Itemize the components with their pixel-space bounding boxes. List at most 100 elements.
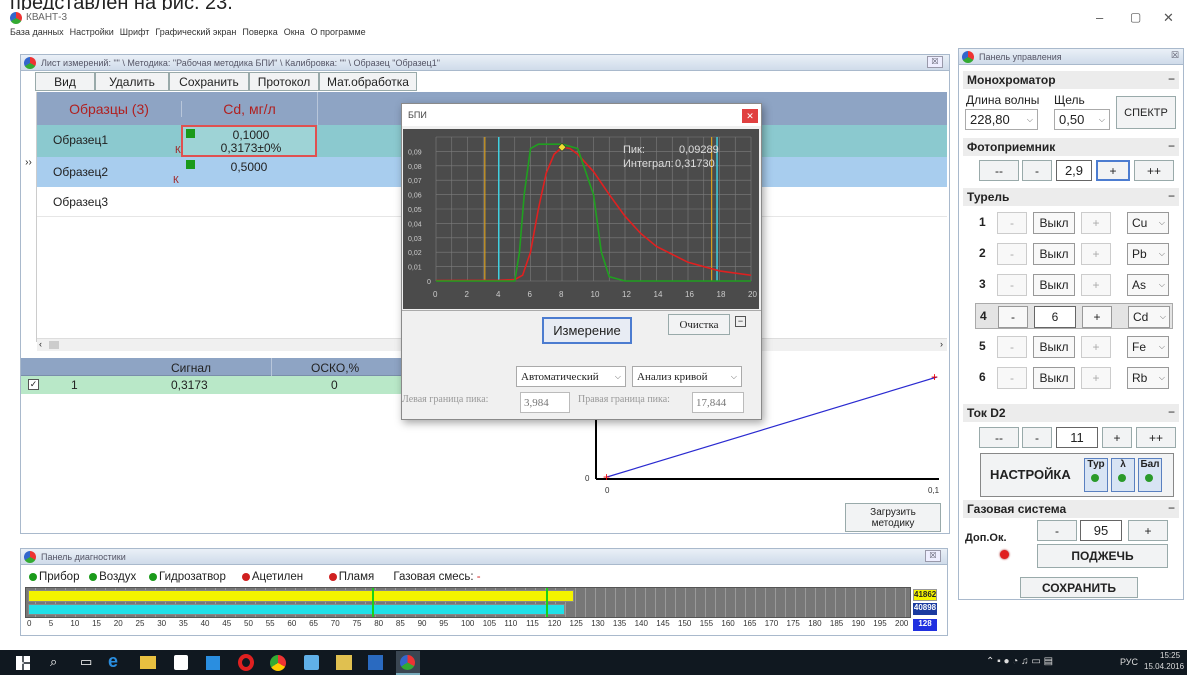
collapse-icon[interactable]: − xyxy=(1168,139,1175,153)
scale-tick: 100 xyxy=(461,619,475,628)
left-boundary-input[interactable]: 3,984 xyxy=(520,392,570,413)
expand-toggle[interactable]: ›› xyxy=(21,92,37,342)
measure-button[interactable]: Измерение xyxy=(542,317,632,344)
collapse-icon[interactable]: − xyxy=(735,316,746,327)
sheet-close-icon[interactable]: ☒ xyxy=(927,56,943,68)
analysis-select[interactable]: Анализ кривой ⌵ xyxy=(632,366,742,387)
turret-inc-button[interactable]: + xyxy=(1081,336,1111,358)
save-sheet-button[interactable]: Сохранить xyxy=(169,72,249,91)
photo-dec-button[interactable]: - xyxy=(1022,160,1052,181)
turret-dec-button[interactable]: - xyxy=(997,367,1027,389)
selected-cell[interactable]: 0,1000 0,3173±0% К xyxy=(175,125,317,157)
app-icon-yellow[interactable] xyxy=(336,655,352,670)
collapse-icon[interactable]: − xyxy=(1168,72,1175,86)
math-processing-button[interactable]: Мат.обработка xyxy=(319,72,417,91)
menu-item-verification[interactable]: Поверка xyxy=(242,27,277,41)
ignite-button[interactable]: ПОДЖЕЧЬ xyxy=(1037,544,1168,568)
photo-dec2-button[interactable]: -- xyxy=(979,160,1019,181)
maximize-icon[interactable]: ▢ xyxy=(1130,10,1141,24)
edge-icon[interactable]: e xyxy=(108,651,118,672)
balance-indicator[interactable]: Бал xyxy=(1138,458,1162,492)
element-select[interactable]: Cd ⌵ xyxy=(1128,306,1170,328)
turret-inc-button[interactable]: + xyxy=(1081,367,1111,389)
menu-item-database[interactable]: База данных xyxy=(10,27,64,41)
wavelength-select[interactable]: 228,80 ⌵ xyxy=(965,109,1038,130)
scroll-right-icon[interactable]: › xyxy=(940,339,943,349)
menu-item-windows[interactable]: Окна xyxy=(284,27,305,41)
turret-dec-button[interactable]: - xyxy=(998,306,1028,328)
gas-inc-button[interactable]: + xyxy=(1128,520,1168,541)
app-icon-blue[interactable] xyxy=(304,655,319,670)
tray-icons[interactable]: ⌃ ▪ ● ◔ ♫ ▭ ▤ xyxy=(986,656,1053,667)
close-icon[interactable]: ✕ xyxy=(1163,10,1174,26)
turret-dec-button[interactable]: - xyxy=(997,336,1027,358)
turret-inc-button[interactable]: + xyxy=(1081,274,1111,296)
d2-dec2-button[interactable]: -- xyxy=(979,427,1019,448)
d2-inc2-button[interactable]: ++ xyxy=(1136,427,1176,448)
status-device-label: Прибор xyxy=(39,571,80,583)
col-cd[interactable]: Cd, мг/л xyxy=(181,101,317,117)
collapse-icon[interactable]: − xyxy=(1168,501,1175,515)
chrome-icon[interactable] xyxy=(270,655,286,671)
gas-dec-button[interactable]: - xyxy=(1037,520,1077,541)
element-select[interactable]: Pb ⌵ xyxy=(1127,243,1169,265)
view-button[interactable]: Вид xyxy=(35,72,95,91)
turret-state[interactable]: 6 xyxy=(1034,306,1076,328)
clear-button[interactable]: Очистка xyxy=(668,314,730,335)
save-control-button[interactable]: СОХРАНИТЬ xyxy=(1020,577,1138,598)
slit-select[interactable]: 0,50 ⌵ xyxy=(1054,109,1110,130)
element-select[interactable]: Fe ⌵ xyxy=(1127,336,1169,358)
scroll-thumb[interactable] xyxy=(49,341,59,349)
store-icon[interactable] xyxy=(174,655,188,670)
tray-date[interactable]: 15.04.2016 xyxy=(1144,662,1184,671)
sheet-title: Лист измерений: "" \ Методика: "Рабочая … xyxy=(41,57,440,68)
spectrum-button[interactable]: СПЕКТР xyxy=(1116,96,1176,129)
search-icon[interactable]: ⌕ xyxy=(50,654,57,670)
explorer-icon[interactable] xyxy=(140,656,156,669)
menu-item-settings[interactable]: Настройки xyxy=(70,27,114,41)
bpi-close-button[interactable]: ✕ xyxy=(742,109,758,123)
col-samples[interactable]: Образцы (3) xyxy=(37,101,181,117)
tray-language[interactable]: РУС xyxy=(1120,657,1138,667)
element-select[interactable]: As ⌵ xyxy=(1127,274,1169,296)
setup-button[interactable]: НАСТРОЙКА Тур λ Бал xyxy=(980,453,1174,497)
scroll-left-icon[interactable]: ‹ xyxy=(39,339,42,349)
delete-button[interactable]: Удалить xyxy=(95,72,169,91)
col-signal[interactable]: Сигнал xyxy=(171,361,211,375)
app-icon-doc[interactable] xyxy=(368,655,383,670)
element-select[interactable]: Rb ⌵ xyxy=(1127,367,1169,389)
turret-inc-button[interactable]: + xyxy=(1081,243,1111,265)
minimize-icon[interactable]: – xyxy=(1096,10,1103,25)
photo-inc2-button[interactable]: ++ xyxy=(1134,160,1174,181)
menu-item-graphic-screen[interactable]: Графический экран xyxy=(155,27,236,41)
right-boundary-input[interactable]: 17,844 xyxy=(692,392,744,413)
media-icon[interactable] xyxy=(206,656,220,670)
windows-start-icon[interactable] xyxy=(16,656,30,670)
d2-dec-button[interactable]: - xyxy=(1022,427,1052,448)
tray-time[interactable]: 15:25 xyxy=(1160,651,1180,660)
protocol-button[interactable]: Протокол xyxy=(249,72,319,91)
kvant-taskbar-icon[interactable] xyxy=(396,651,420,675)
checkbox[interactable]: ✓ xyxy=(28,379,39,390)
turret-indicator[interactable]: Тур xyxy=(1084,458,1108,492)
menu-item-about[interactable]: О программе xyxy=(311,27,366,41)
opera-icon[interactable] xyxy=(238,654,254,671)
menu-item-font[interactable]: Шрифт xyxy=(120,27,150,41)
col-osko[interactable]: ОСКО,% xyxy=(311,361,359,375)
control-close-icon[interactable]: ☒ xyxy=(1171,50,1179,61)
task-view-icon[interactable]: ▭ xyxy=(80,654,92,670)
mode-select[interactable]: Автоматический ⌵ xyxy=(516,366,626,387)
collapse-icon[interactable]: − xyxy=(1168,405,1175,419)
collapse-icon[interactable]: − xyxy=(1168,189,1175,203)
turret-dec-button[interactable]: - xyxy=(997,274,1027,296)
element-select[interactable]: Cu ⌵ xyxy=(1127,212,1169,234)
diag-close-icon[interactable]: ☒ xyxy=(925,550,941,562)
turret-inc-button[interactable]: + xyxy=(1082,306,1112,328)
turret-inc-button[interactable]: + xyxy=(1081,212,1111,234)
photo-inc-button[interactable]: + xyxy=(1096,160,1130,181)
d2-inc-button[interactable]: + xyxy=(1102,427,1132,448)
turret-dec-button[interactable]: - xyxy=(997,243,1027,265)
load-method-button[interactable]: Загрузить методику xyxy=(845,503,941,532)
lambda-indicator[interactable]: λ xyxy=(1111,458,1135,492)
turret-dec-button[interactable]: - xyxy=(997,212,1027,234)
